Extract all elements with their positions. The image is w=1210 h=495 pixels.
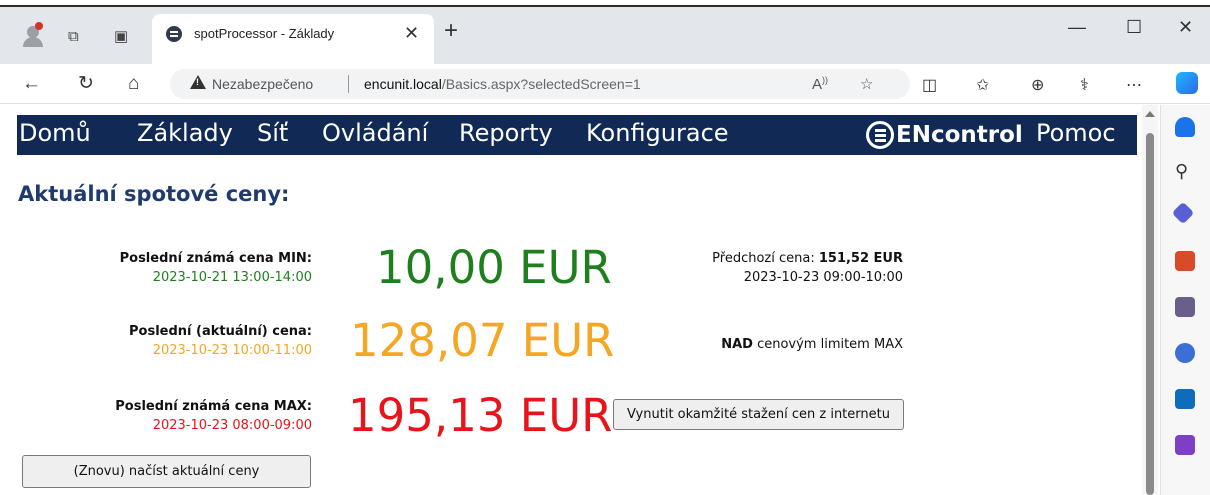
min-price-label-block: Poslední známá cena MIN: 2023-10-21 13:0…	[52, 251, 312, 285]
menu-item-configuration[interactable]: Konfigurace	[586, 119, 729, 147]
collections-icon[interactable]: ⊕	[1031, 75, 1044, 95]
previous-price-time: 2023-10-23 09:00-10:00	[743, 270, 903, 285]
games-icon[interactable]	[1175, 297, 1195, 317]
designer-icon[interactable]	[1175, 435, 1195, 455]
window-top-border	[0, 0, 1210, 7]
favorite-star-icon[interactable]: ☆	[860, 75, 873, 93]
force-download-button[interactable]: Vynutit okamžité stažení cen z internetu	[613, 399, 904, 430]
address-toolbar: ← ↻ ⌂ Nezabezpečeno encunit.local/Basics…	[0, 64, 1210, 104]
home-icon[interactable]: ⌂	[128, 74, 139, 93]
toolbox-icon[interactable]	[1175, 251, 1195, 271]
microsoft365-icon[interactable]	[1175, 343, 1195, 363]
address-separator	[348, 75, 349, 93]
close-icon[interactable]: ✕	[404, 23, 419, 44]
menu-item-network[interactable]: Síť	[257, 119, 288, 147]
limit-status-bold: NAD	[721, 337, 753, 352]
address-bar[interactable]: Nezabezpečeno encunit.local/Basics.aspx?…	[170, 69, 910, 99]
minimize-icon[interactable]: —	[1068, 17, 1086, 38]
previous-price-label: Předchozí cena:	[712, 251, 815, 266]
logo-text: ENcontrol	[896, 122, 1023, 148]
reload-prices-button[interactable]: (Znovu) načíst aktuální ceny	[22, 455, 311, 488]
menu-item-home[interactable]: Domů	[19, 119, 91, 147]
scrollbar-thumb[interactable]	[1146, 133, 1154, 495]
main-menu: Domů Základy Síť Ovládání Reporty Konfig…	[17, 115, 1137, 155]
tab-actions-icon[interactable]: ▣	[114, 29, 128, 44]
edge-sidebar: ⚲	[1160, 105, 1210, 495]
tag-icon[interactable]	[1171, 201, 1195, 225]
back-arrow-icon[interactable]: ←	[22, 74, 41, 93]
extensions-icon[interactable]: ⚕	[1080, 75, 1089, 95]
scroll-up-arrow-icon[interactable]	[1145, 111, 1155, 117]
max-price-value: 195,13 EUR	[348, 389, 613, 442]
maximize-icon[interactable]: ☐	[1126, 17, 1142, 38]
favorites-icon[interactable]: ✩	[976, 75, 989, 95]
max-price-time: 2023-10-23 08:00-09:00	[152, 418, 312, 433]
previous-price-block: Předchozí cena: 151,52 EUR 2023-10-23 09…	[690, 251, 903, 285]
more-menu-icon[interactable]: ⋯	[1126, 75, 1142, 95]
min-price-label: Poslední známá cena MIN:	[119, 251, 312, 266]
search-icon[interactable]: ⚲	[1175, 161, 1195, 181]
limit-status-text: cenovým limitem MAX	[752, 337, 903, 352]
min-price-time: 2023-10-21 13:00-14:00	[152, 270, 312, 285]
new-tab-icon[interactable]: +	[444, 19, 458, 43]
encontrol-logo: ENcontrol	[866, 119, 1023, 151]
tab-strip: ⧉ ▣ spotProcessor - Základy ✕ + — ☐ ✕	[0, 7, 1210, 64]
refresh-icon[interactable]: ↻	[78, 74, 94, 93]
site-favicon-icon	[166, 26, 182, 42]
read-aloud-icon[interactable]: A))	[812, 75, 828, 93]
outlook-icon[interactable]	[1175, 389, 1195, 409]
menu-item-control[interactable]: Ovládání	[322, 119, 428, 147]
min-price-value: 10,00 EUR	[376, 241, 612, 294]
current-price-time: 2023-10-23 10:00-11:00	[152, 343, 312, 358]
current-price-label: Poslední (aktuální) cena:	[129, 324, 312, 339]
tab-spotprocessor[interactable]: spotProcessor - Základy ✕	[152, 14, 434, 64]
warning-icon[interactable]	[190, 75, 206, 89]
max-price-label-block: Poslední známá cena MAX: 2023-10-23 08:0…	[52, 399, 312, 433]
menu-item-basics[interactable]: Základy	[137, 119, 233, 147]
previous-price-value: 151,52 EUR	[818, 251, 903, 266]
notification-bell-icon[interactable]	[1175, 117, 1195, 137]
url-text[interactable]: encunit.local/Basics.aspx?selectedScreen…	[364, 76, 641, 92]
not-secure-label[interactable]: Nezabezpečeno	[212, 76, 313, 92]
tab-title: spotProcessor - Základy	[194, 26, 335, 41]
workspaces-icon[interactable]: ⧉	[68, 29, 79, 44]
max-price-label: Poslední známá cena MAX:	[115, 399, 312, 414]
menu-item-reports[interactable]: Reporty	[459, 119, 553, 147]
copilot-icon[interactable]	[1176, 72, 1198, 94]
page-title: Aktuální spotové ceny:	[18, 182, 290, 206]
current-price-value: 128,07 EUR	[350, 314, 615, 367]
split-screen-icon[interactable]: ◫	[922, 75, 937, 95]
limit-status: NAD cenovým limitem MAX	[690, 337, 903, 352]
current-price-label-block: Poslední (aktuální) cena: 2023-10-23 10:…	[52, 324, 312, 358]
page-viewport: Domů Základy Síť Ovládání Reporty Konfig…	[0, 105, 1160, 495]
profile-icon[interactable]	[22, 22, 44, 47]
encontrol-logo-icon	[866, 121, 894, 149]
window-close-icon[interactable]: ✕	[1178, 17, 1193, 38]
menu-item-help[interactable]: Pomoc	[1036, 119, 1116, 147]
